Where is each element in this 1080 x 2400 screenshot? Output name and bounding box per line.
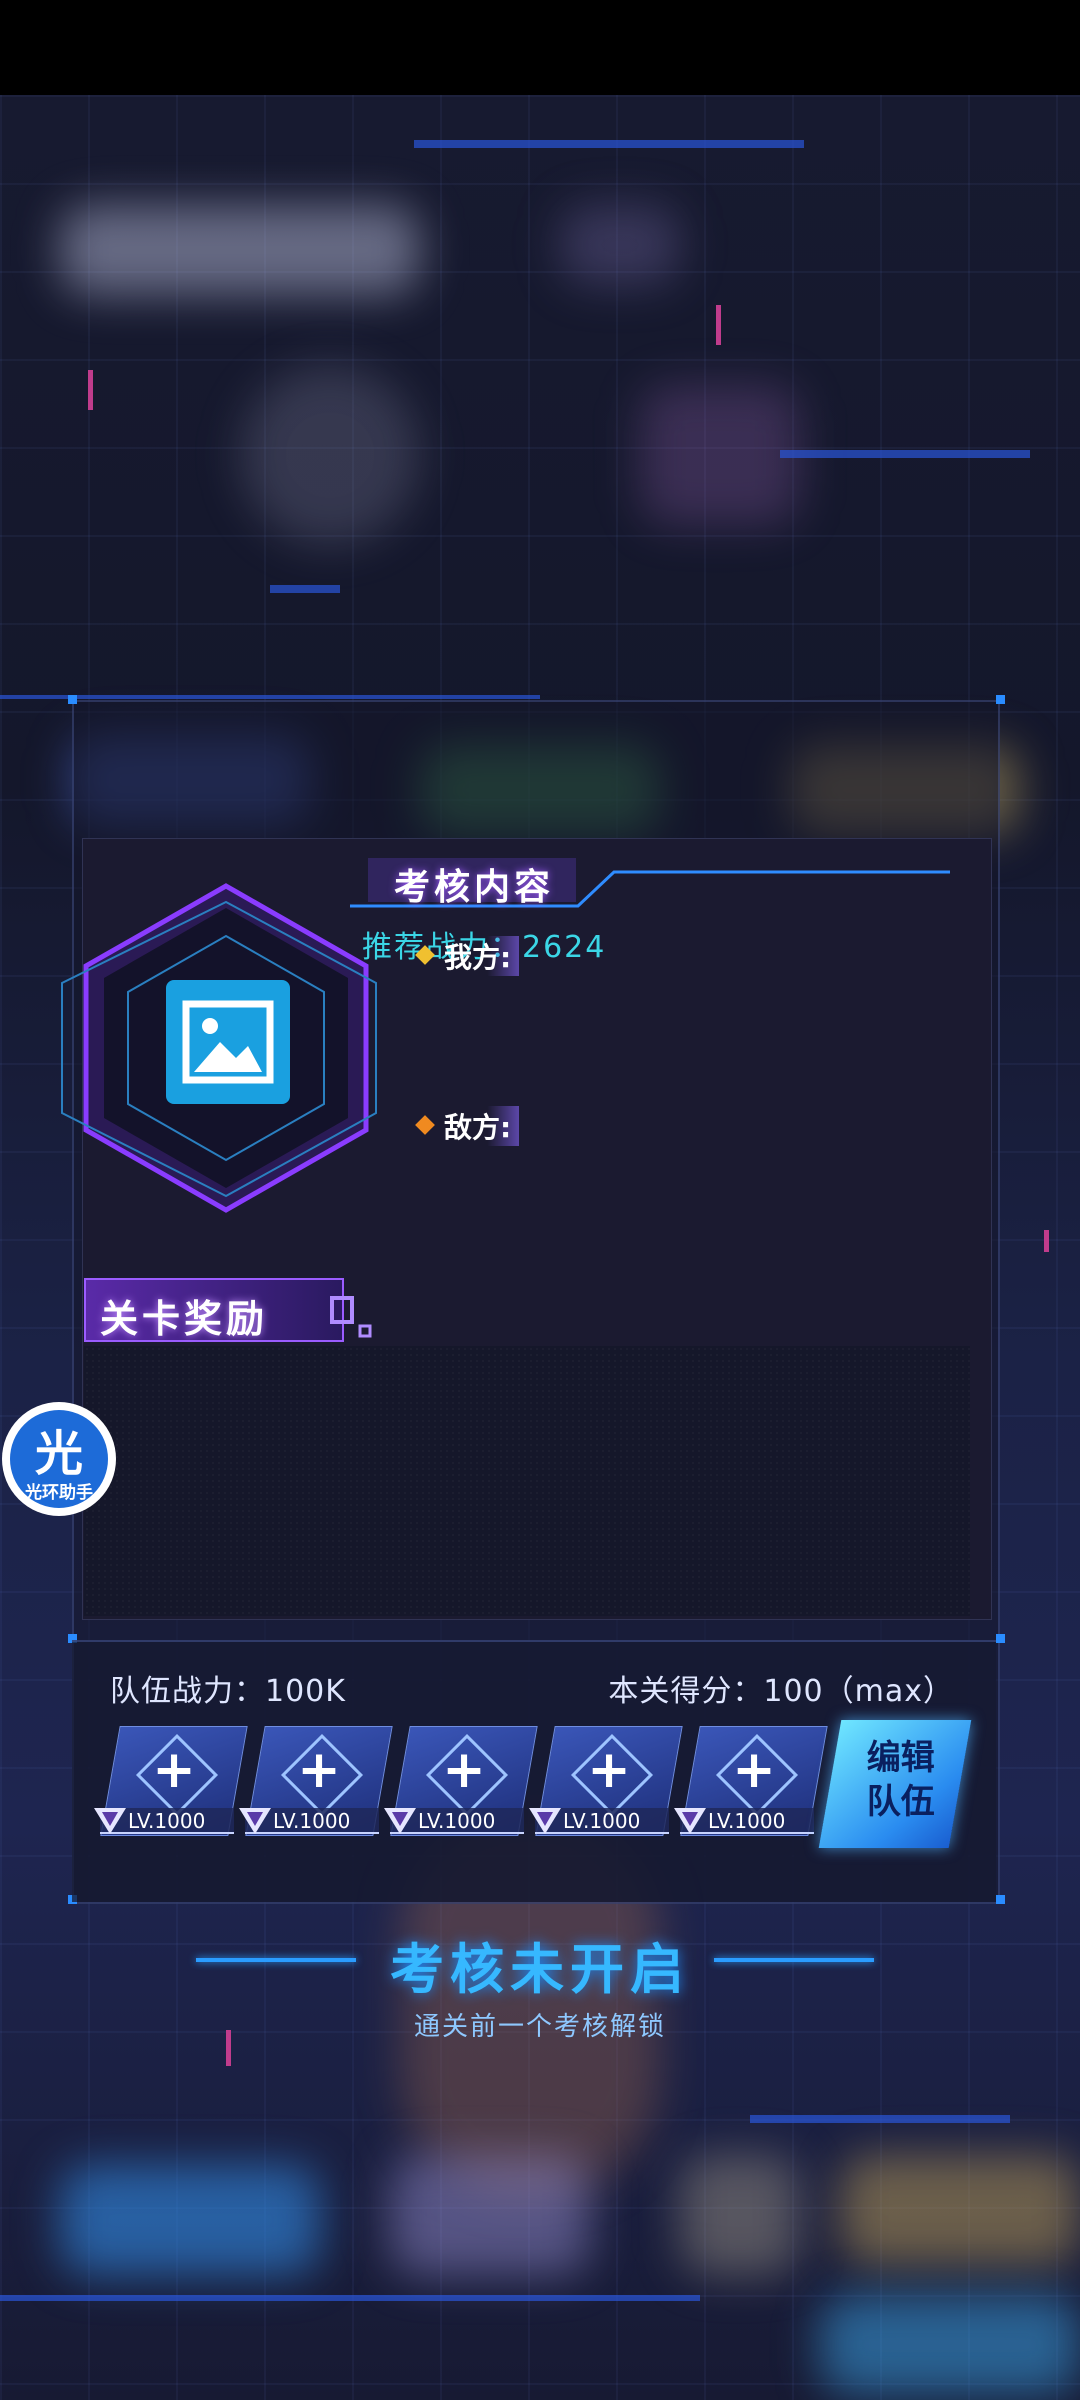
stage-rewards-title: 关卡奖励 [100, 1297, 269, 1341]
ally-label: 我方: [440, 936, 520, 976]
stage-rewards-tag: 关卡奖励 [84, 1278, 344, 1342]
helper-glyph: 光 [34, 1426, 83, 1482]
team-slot-3[interactable]: + LV.1000 [384, 1726, 538, 1836]
floating-helper-button[interactable]: 光 光环助手 [2, 1402, 116, 1516]
enemy-label: 敌方: [440, 1106, 520, 1146]
exam-status: 考核未开启 [390, 1938, 690, 2001]
plus-icon: + [587, 1740, 631, 1800]
pixel-deco-icon [330, 1296, 372, 1338]
rewards-list [84, 1346, 970, 1616]
exam-content-title: 考核内容 [394, 867, 555, 908]
helper-label: 光环助手 [25, 1483, 93, 1503]
panel-corner [996, 1634, 1005, 1643]
status-bar [0, 0, 1080, 95]
team-slot-5[interactable]: + LV.1000 [674, 1726, 828, 1836]
plus-icon: + [297, 1740, 341, 1800]
team-power: 队伍战力：100K [110, 1674, 346, 1709]
image-placeholder-icon [166, 980, 290, 1104]
team-slot-2[interactable]: + LV.1000 [239, 1726, 393, 1836]
exam-unlock-hint: 通关前一个考核解锁 [413, 2012, 666, 2042]
panel-corner [996, 1895, 1005, 1904]
plus-icon: + [442, 1740, 486, 1800]
stage-score: 本关得分：100（max） [608, 1674, 954, 1709]
edit-team-label: 编辑 队伍 [866, 1738, 935, 1822]
edit-team-button[interactable]: 编辑 队伍 [818, 1720, 972, 1848]
plus-icon: + [732, 1740, 776, 1800]
team-slot-1[interactable]: + LV.1000 [94, 1726, 248, 1836]
plus-icon: + [152, 1740, 196, 1800]
panel-corner [68, 695, 77, 704]
team-slot-4[interactable]: + LV.1000 [529, 1726, 683, 1836]
panel-corner [996, 695, 1005, 704]
